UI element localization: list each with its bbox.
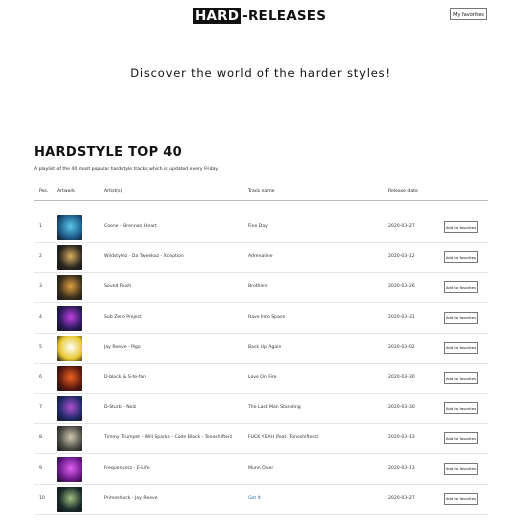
track-artists: Sub Zero Project [104,314,142,320]
track-position: 1 [39,224,42,229]
track-release-date: 2020-03-26 [388,284,415,290]
track-artwork[interactable] [57,366,82,391]
track-release-date: 2020-03-30 [388,405,415,411]
table-row: 9 Frequencerz - E-Life Munn Over 2020-03-13… [34,454,488,485]
site-logo[interactable]: HARD -RELEASES [193,8,326,24]
track-name: Rave Into Space [248,314,286,320]
track-release-date: 2020-03-12 [388,254,415,260]
track-position: 3 [39,284,42,290]
logo-text: -RELEASES [242,8,327,24]
track-position: 10 [39,495,45,501]
col-pos: Pos. [39,189,49,194]
track-artwork[interactable] [57,486,82,512]
track-position: 9 [39,465,42,471]
track-name: Love On Fire [248,375,277,380]
add-to-favorites-button[interactable]: Add to favorites [444,311,478,324]
track-release-date: 2020-03-30 [388,375,415,380]
track-position: 6 [39,375,42,380]
my-favorites-button[interactable]: My favorites [450,8,487,20]
add-to-favorites-button[interactable]: Add to favorites [444,372,478,384]
add-to-favorites-button[interactable]: Add to favorites [444,281,478,294]
track-name: FUCK YEAH (feat. Toneshifterz) [248,435,319,441]
track-artists: D-Sturb - Nolz [104,405,137,411]
table-row: 4 Sub Zero Project Rave Into Space 2020-03-… [34,303,488,334]
header: HARD -RELEASES My favorites [0,0,521,40]
add-to-favorites-button[interactable]: Add to favorites [444,251,478,264]
track-position: 2 [39,254,42,260]
track-name: Munn Over [248,465,274,471]
track-name: The Last Man Standing [248,405,301,411]
track-artwork[interactable] [57,335,82,361]
table-row: 10 Primeshock - Jay Reeve Get It 2020-03-27… [34,484,488,515]
section-description: A playlist of the 40 most popular hardst… [34,167,219,172]
track-artwork[interactable] [57,305,82,331]
add-to-favorites-button[interactable]: Add to favorites [444,432,478,445]
table-header: Pos. Artwork Artist(s) Track name Releas… [34,186,488,201]
add-to-favorites-button[interactable]: Add to favorites [444,492,478,505]
table-row: 8 Timmy Trumpet - Will Sparks - Code Blac… [34,423,488,455]
track-artists: Sound Rush [104,284,132,290]
add-to-favorites-button[interactable]: Add to favorites [444,462,478,475]
track-release-date: 2020-03-13 [388,435,415,441]
track-name: Brothers [248,284,268,290]
track-artwork[interactable] [57,215,82,240]
col-release-date: Release date [388,189,418,194]
track-name: Get It [248,495,261,501]
track-artwork[interactable] [57,275,82,301]
track-release-date: 2020-03-02 [388,344,415,350]
add-to-favorites-button[interactable]: Add to favorites [444,402,478,415]
track-release-date: 2020-03-27 [388,224,415,229]
track-artists: Jay Reeve - Pigo [104,344,141,350]
col-track: Track name [248,189,275,194]
col-artwork: Artwork [57,189,75,194]
table-row: 1 Coone - Brennan Heart Fine Day 2020-03-27… [34,212,488,243]
track-artwork[interactable] [57,456,82,482]
table-row: 5 Jay Reeve - Pigo Back Up Again 2020-03-02… [34,333,488,364]
track-position: 8 [39,435,42,441]
track-artists: Timmy Trumpet - Will Sparks - Code Black… [104,435,233,441]
track-artwork[interactable] [57,396,82,422]
tagline: Discover the world of the harder styles! [130,66,391,80]
track-position: 7 [39,405,42,411]
table-row: 3 Sound Rush Brothers 2020-03-26 Add to favo… [34,272,488,304]
add-to-favorites-button[interactable]: Add to favorites [444,221,478,233]
col-artists: Artist(s) [104,189,123,194]
track-release-date: 2020-03-27 [388,495,415,501]
track-artists: Primeshock - Jay Reeve [104,495,158,501]
table-row: 2 Wildstylez - Da Tweekaz - Xception Adren… [34,242,488,274]
track-release-date: 2020-03-13 [388,465,415,471]
track-position: 4 [39,314,42,320]
track-artwork[interactable] [57,426,82,452]
track-name: Back Up Again [248,344,282,350]
table-row: 7 D-Sturb - Nolz The Last Man Standing 2020… [34,393,488,425]
add-to-favorites-button[interactable]: Add to favorites [444,341,478,354]
track-artists: Frequencerz - E-Life [104,465,150,471]
track-artists: Wildstylez - Da Tweekaz - Xception [104,254,184,260]
track-name: Adrenaline [248,254,273,260]
table-row: 6 D-block & S-te-fan Love On Fire 2020-03-3… [34,363,488,394]
track-release-date: 2020-03-31 [388,314,415,320]
track-artists: D-block & S-te-fan [104,375,147,380]
section-title: HARDSTYLE TOP 40 [34,145,182,160]
track-artwork[interactable] [57,245,82,271]
track-name: Fine Day [248,224,268,229]
track-artists: Coone - Brennan Heart [104,224,157,229]
track-position: 5 [39,344,42,350]
logo-box: HARD [193,8,242,24]
